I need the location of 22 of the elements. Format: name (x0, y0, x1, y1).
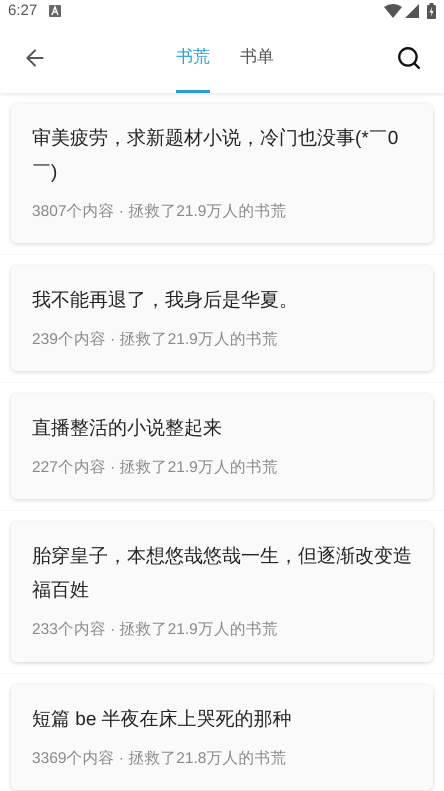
post-title: 胎穿皇子，本想悠哉悠哉一生，但逐渐改变造福百姓 (32, 545, 412, 604)
signal-icon (405, 4, 419, 18)
wifi-icon (384, 4, 402, 18)
post-title: 审美疲劳，求新题材小说，冷门也没事(*￣0￣) (32, 126, 400, 184)
search-icon (396, 44, 422, 70)
post-title: 直播整活的小说整起来 (32, 417, 223, 441)
post-meta: 3369个内容 · 拯救了21.8万人的书荒 (32, 748, 288, 768)
post-title: 我不能再退了，我身后是华夏。 (32, 288, 299, 313)
post-meta: 3807个内容 · 拯救了21.9万人的书荒 (32, 202, 288, 222)
post-card[interactable]: 胎穿皇子，本想悠哉悠哉一生，但逐渐改变造福百姓 233个内容 · 拯救了21.9万人的书荒 (11, 522, 433, 662)
post-card[interactable]: 直播整活的小说整起来 227个内容 · 拯救了21.9万人的书荒 (11, 394, 433, 500)
tab[interactable]: 书单 (240, 22, 274, 92)
post-meta: 227个内容 · 拯救了21.9万人的书荒 (32, 458, 279, 478)
post-card[interactable]: 短篇 be 半夜在床上哭死的那种 3369个内容 · 拯救了21.8万人的书荒 (11, 684, 433, 790)
post-card[interactable]: 我不能再退了，我身后是华夏。 239个内容 · 拯救了21.9万人的书荒 (11, 266, 433, 371)
post-meta: 239个内容 · 拯救了21.9万人的书荒 (32, 330, 279, 350)
post-meta: 233个内容 · 拯救了21.9万人的书荒 (32, 620, 279, 640)
battery-icon (427, 3, 436, 20)
status-time: 6:27 (8, 1, 38, 21)
notification-icon (49, 5, 62, 18)
post-title: 短篇 be 半夜在床上哭死的那种 (32, 708, 293, 732)
post-card[interactable]: 审美疲劳，求新题材小说，冷门也没事(*￣0￣) 3807个内容 · 拯救了21.9万人的书荒 (11, 104, 433, 243)
